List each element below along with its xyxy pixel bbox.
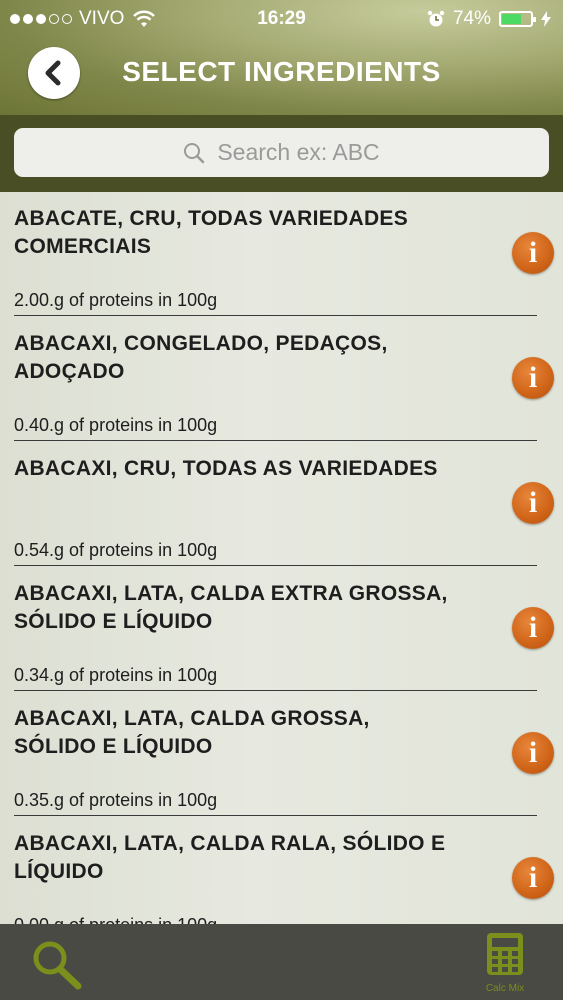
battery-icon — [499, 11, 536, 27]
list-item[interactable]: ABACAXI, CONGELADO, PEDAÇOS, ADOÇADO i 0… — [0, 317, 563, 442]
ingredient-name: ABACAXI, LATA, CALDA RALA, SÓLIDO E LÍQU… — [14, 832, 446, 883]
info-button[interactable]: i — [512, 857, 554, 899]
info-button[interactable]: i — [512, 232, 554, 274]
info-button[interactable]: i — [512, 482, 554, 524]
divider — [14, 565, 537, 566]
search-placeholder: Search ex: ABC — [217, 139, 380, 165]
alarm-icon — [427, 10, 445, 27]
info-icon: i — [528, 486, 538, 519]
page-title-text: SELECT INGREDIENTS — [122, 56, 441, 87]
tab-bar: Calc Mix — [0, 924, 563, 1000]
header: VIVO 16:29 74% SELECT INGREDIENTS — [0, 0, 563, 115]
page-title: SELECT INGREDIENTS — [0, 56, 563, 88]
status-bar: VIVO 16:29 74% — [0, 0, 563, 36]
list-item[interactable]: ABACAXI, LATA, CALDA RALA, SÓLIDO E LÍQU… — [0, 817, 563, 924]
ingredient-list[interactable]: ABACATE, CRU, TODAS VARIEDADES COMERCIAI… — [0, 192, 563, 924]
protein-value: 0.40.g of proteins in 100g — [14, 415, 218, 435]
divider — [14, 815, 537, 816]
protein-value: 0.34.g of proteins in 100g — [14, 665, 218, 685]
battery-fill — [502, 14, 522, 24]
search-icon — [33, 941, 82, 990]
protein-value: 2.00.g of proteins in 100g — [14, 290, 218, 310]
divider — [14, 690, 537, 691]
divider — [14, 440, 537, 441]
tab-calc-label: Calc Mix — [485, 983, 525, 994]
protein-value: 0.00.g of proteins in 100g — [14, 915, 217, 924]
info-icon: i — [528, 361, 538, 394]
search-input[interactable]: Search ex: ABC — [14, 128, 549, 177]
list-item[interactable]: ABACAXI, CRU, TODAS AS VARIEDADES i 0.54… — [0, 442, 563, 567]
calculator-icon — [487, 933, 523, 975]
ingredient-name: ABACAXI, LATA, CALDA GROSSA, SÓLIDO E LÍ… — [14, 707, 370, 758]
ingredient-name: ABACAXI, CRU, TODAS AS VARIEDADES — [14, 457, 438, 480]
info-icon: i — [528, 861, 538, 894]
tab-search[interactable] — [30, 939, 86, 991]
ingredient-name: ABACATE, CRU, TODAS VARIEDADES COMERCIAI… — [14, 207, 409, 258]
search-bar: Search ex: ABC — [0, 115, 563, 192]
charging-icon — [541, 11, 551, 27]
status-right: 74% — [427, 8, 551, 30]
protein-value: 0.35.g of proteins in 100g — [14, 790, 218, 810]
info-button[interactable]: i — [512, 732, 554, 774]
tab-calc-mix[interactable]: Calc Mix — [472, 932, 538, 996]
info-button[interactable]: i — [512, 357, 554, 399]
list-item[interactable]: ABACAXI, LATA, CALDA GROSSA, SÓLIDO E LÍ… — [0, 692, 563, 817]
info-icon: i — [528, 236, 538, 269]
info-icon: i — [528, 736, 538, 769]
protein-value: 0.54.g of proteins in 100g — [14, 540, 218, 560]
divider — [14, 315, 537, 316]
ingredient-name: ABACAXI, LATA, CALDA EXTRA GROSSA, SÓLID… — [14, 582, 448, 633]
list-item[interactable]: ABACATE, CRU, TODAS VARIEDADES COMERCIAI… — [0, 192, 563, 317]
ingredient-name: ABACAXI, CONGELADO, PEDAÇOS, ADOÇADO — [14, 332, 388, 383]
info-icon: i — [528, 611, 538, 644]
info-button[interactable]: i — [512, 607, 554, 649]
battery-percent: 74% — [452, 8, 491, 29]
search-icon — [184, 142, 205, 163]
list-item[interactable]: ABACAXI, LATA, CALDA EXTRA GROSSA, SÓLID… — [0, 567, 563, 692]
